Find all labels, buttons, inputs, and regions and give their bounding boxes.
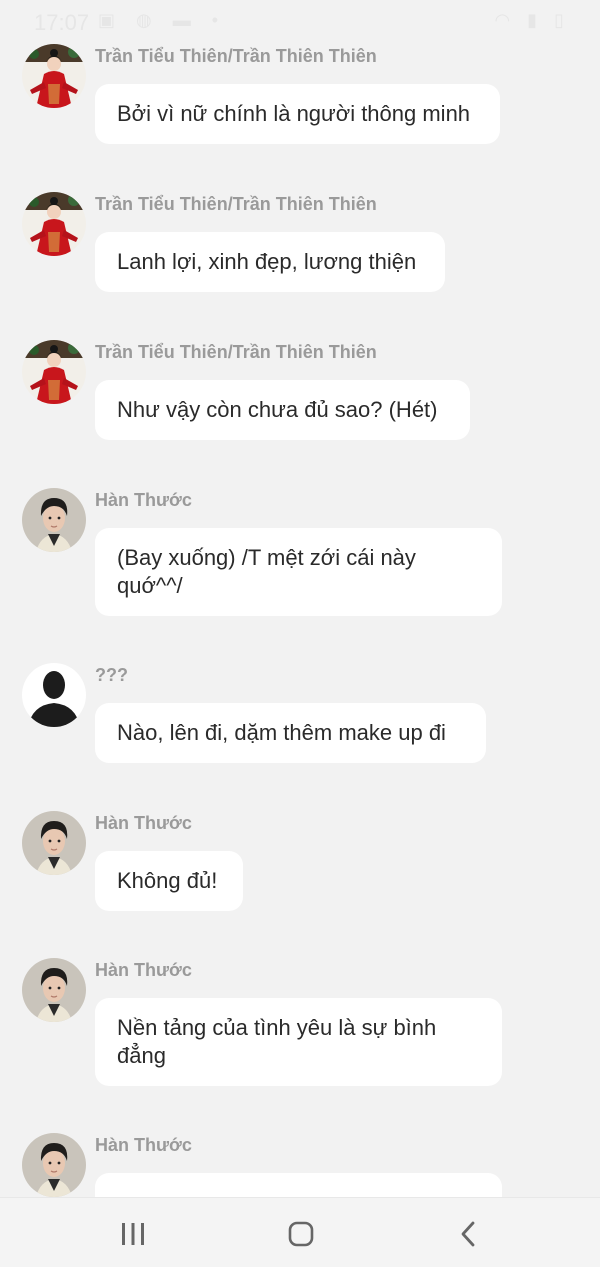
- message-sender: Hàn Thước: [95, 960, 192, 980]
- young-man-avatar[interactable]: [22, 958, 86, 1022]
- young-man-avatar[interactable]: [22, 1133, 86, 1197]
- silhouette-avatar[interactable]: [22, 663, 86, 727]
- chat-message-list[interactable]: Trần Tiểu Thiên/Trần Thiên Thiên Bởi vì …: [0, 0, 600, 1197]
- message-bubble[interactable]: (Bay xuống) /T mệt zới cái này quớ^^/: [95, 528, 502, 616]
- back-icon[interactable]: [447, 1212, 491, 1256]
- young-man-avatar[interactable]: [22, 811, 86, 875]
- message-bubble[interactable]: [95, 1173, 502, 1197]
- recent-apps-icon[interactable]: [111, 1212, 155, 1256]
- message-sender: ???: [95, 665, 128, 685]
- message-bubble[interactable]: Như vậy còn chưa đủ sao? (Hét): [95, 380, 470, 440]
- phone-screen: 17:07 ▣ ◍ ▬ • ◠ ▮ ▯ Trần Tiểu Thiên/Trần…: [0, 0, 600, 1267]
- message-sender: Trần Tiểu Thiên/Trần Thiên Thiên: [95, 342, 377, 362]
- message-sender: Hàn Thước: [95, 1135, 192, 1155]
- red-dress-woman-avatar[interactable]: [22, 192, 86, 256]
- message-bubble[interactable]: Nào, lên đi, dặm thêm make up đi: [95, 703, 486, 763]
- message-bubble[interactable]: Không đủ!: [95, 851, 243, 911]
- navigation-bar: [0, 1197, 600, 1267]
- message-bubble[interactable]: Bởi vì nữ chính là người thông minh: [95, 84, 500, 144]
- red-dress-woman-avatar[interactable]: [22, 44, 86, 108]
- message-sender: Trần Tiểu Thiên/Trần Thiên Thiên: [95, 46, 377, 66]
- message-bubble[interactable]: Nền tảng của tình yêu là sự bình đẳng: [95, 998, 502, 1086]
- message-bubble[interactable]: Lanh lợi, xinh đẹp, lương thiện: [95, 232, 445, 292]
- red-dress-woman-avatar[interactable]: [22, 340, 86, 404]
- message-sender: Trần Tiểu Thiên/Trần Thiên Thiên: [95, 194, 377, 214]
- home-icon[interactable]: [279, 1212, 323, 1256]
- message-sender: Hàn Thước: [95, 813, 192, 833]
- young-man-avatar[interactable]: [22, 488, 86, 552]
- message-sender: Hàn Thước: [95, 490, 192, 510]
